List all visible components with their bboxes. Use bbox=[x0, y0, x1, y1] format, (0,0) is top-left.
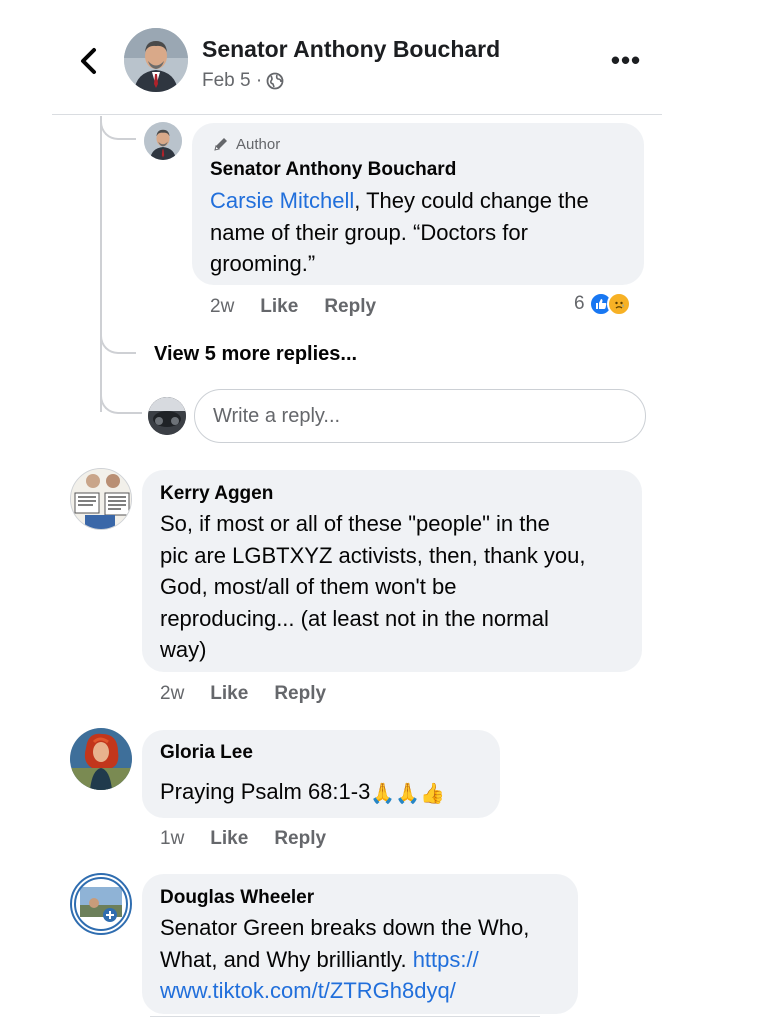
author-badge-label: Author bbox=[236, 135, 281, 153]
comment-text: Carsie Mitchell, They could change the n… bbox=[210, 185, 640, 280]
comment-text: So, if most or all of these "people" in … bbox=[160, 508, 638, 666]
header-divider bbox=[52, 114, 662, 115]
user-avatar bbox=[148, 397, 186, 435]
comment-actions: 2w Like Reply bbox=[160, 683, 352, 705]
commenter-avatar[interactable] bbox=[70, 728, 132, 790]
reply-button[interactable]: Reply bbox=[324, 296, 376, 318]
comment-bubble: Gloria Lee Praying Psalm 68:1-3🙏🙏👍 bbox=[142, 730, 500, 818]
comment-line: grooming.” bbox=[210, 251, 316, 276]
post-date[interactable]: Feb 5 · bbox=[202, 70, 262, 92]
comment-link[interactable]: www.tiktok.com/t/ZTRGh8dyq/ bbox=[160, 975, 574, 1007]
reply-input-placeholder: Write a reply... bbox=[213, 404, 341, 427]
author-badge: Author bbox=[212, 135, 280, 153]
comment-time[interactable]: 2w bbox=[160, 683, 184, 705]
comment-bubble: Kerry Aggen So, if most or all of these … bbox=[142, 470, 642, 672]
reply-button[interactable]: Reply bbox=[274, 828, 326, 850]
comment-line: Senator Green breaks down the Who, bbox=[160, 915, 530, 940]
comment-line: pic are LGBTXYZ activists, then, thank y… bbox=[160, 542, 586, 568]
like-button[interactable]: Like bbox=[210, 683, 248, 705]
comment-line: Praying Psalm 68:1-3 bbox=[160, 779, 371, 804]
like-button[interactable]: Like bbox=[210, 828, 248, 850]
comment-text: Senator Green breaks down the Who, What,… bbox=[160, 912, 574, 1007]
comment-time[interactable]: 2w bbox=[210, 296, 234, 318]
view-more-replies[interactable]: View 5 more replies... bbox=[154, 343, 357, 366]
page-name[interactable]: Senator Anthony Bouchard bbox=[202, 36, 500, 63]
thread-connector bbox=[100, 118, 136, 140]
reply-button[interactable]: Reply bbox=[274, 683, 326, 705]
commenter-name[interactable]: Kerry Aggen bbox=[160, 483, 273, 505]
commenter-name[interactable]: Senator Anthony Bouchard bbox=[210, 159, 456, 181]
comment-line: God, most/all of them won't be bbox=[160, 574, 457, 599]
comment-line: name of their group. “Doctors for bbox=[210, 219, 528, 245]
reaction-summary[interactable]: 6 bbox=[574, 292, 631, 316]
page-avatar[interactable] bbox=[124, 28, 188, 92]
mention-link[interactable]: Carsie Mitchell bbox=[210, 188, 354, 213]
commenter-avatar[interactable] bbox=[70, 873, 132, 935]
comment-line: So, if most or all of these "people" in … bbox=[160, 511, 550, 536]
comment-line: reproducing... (at least not in the norm… bbox=[160, 605, 549, 631]
comment-line: way) bbox=[160, 637, 207, 662]
comment-line: , They could change the bbox=[354, 188, 589, 213]
more-options-button[interactable]: ••• bbox=[606, 46, 646, 74]
link-preview-edge bbox=[150, 1016, 540, 1024]
comment-line: What, and Why brilliantly. bbox=[160, 946, 413, 972]
globe-icon bbox=[266, 72, 284, 90]
commenter-name[interactable]: Gloria Lee bbox=[160, 742, 253, 764]
comment-bubble: Author Senator Anthony Bouchard Carsie M… bbox=[192, 123, 644, 285]
sad-reaction-icon bbox=[606, 292, 631, 316]
back-button[interactable] bbox=[74, 44, 106, 78]
thread-connector bbox=[100, 392, 142, 414]
like-button[interactable]: Like bbox=[260, 296, 298, 318]
pencil-icon bbox=[214, 138, 227, 151]
thread-connector bbox=[100, 332, 136, 354]
comment-bubble: Douglas Wheeler Senator Green breaks dow… bbox=[142, 874, 578, 1014]
comment-actions: 1w Like Reply bbox=[160, 828, 352, 850]
thread-line bbox=[100, 116, 102, 412]
reaction-count: 6 bbox=[574, 293, 585, 314]
commenter-avatar[interactable] bbox=[70, 468, 132, 530]
post-meta: Feb 5 · bbox=[202, 70, 284, 92]
reply-input[interactable]: Write a reply... bbox=[194, 389, 646, 443]
comment-time[interactable]: 1w bbox=[160, 828, 184, 850]
comment-text: Praying Psalm 68:1-3🙏🙏👍 bbox=[160, 776, 445, 810]
chevron-left-icon bbox=[81, 48, 96, 74]
comment-link[interactable]: https:// bbox=[413, 947, 479, 972]
emoji-praying-hands-thumbs-up: 🙏🙏👍 bbox=[370, 781, 446, 805]
commenter-name[interactable]: Douglas Wheeler bbox=[160, 887, 314, 909]
comment-actions: 2w Like Reply bbox=[210, 296, 402, 318]
author-avatar[interactable] bbox=[144, 122, 182, 160]
